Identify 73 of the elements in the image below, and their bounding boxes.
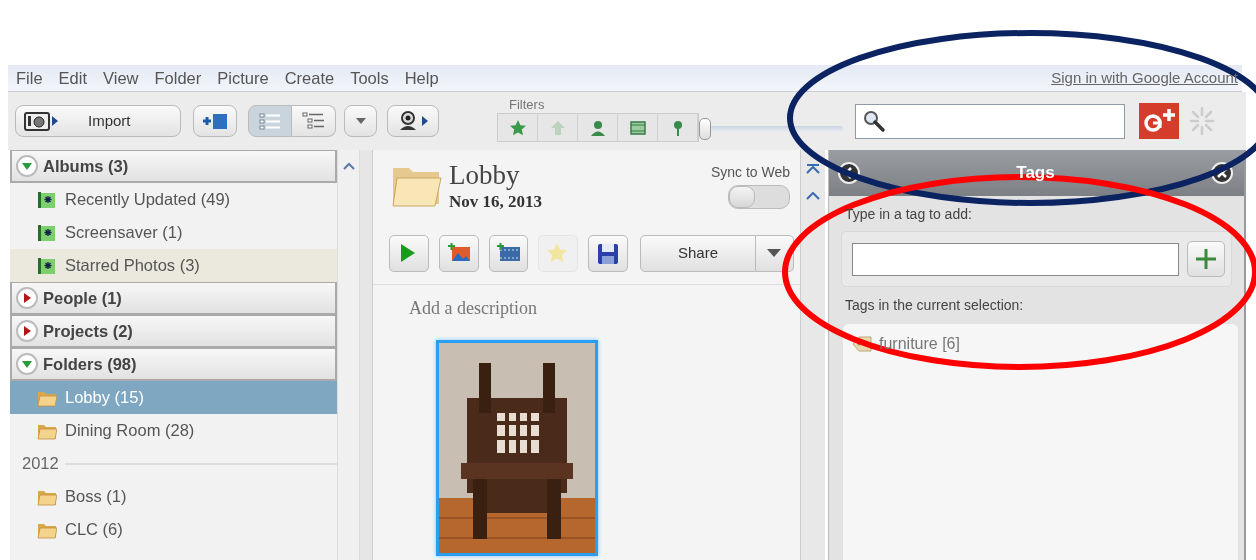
album-title: Lobby [449, 162, 521, 189]
list-view-icon [258, 111, 282, 131]
section-title: Albums (3) [43, 155, 129, 177]
current-tags-label: Tags in the current selection: [844, 296, 1025, 315]
import-button[interactable]: Import [15, 105, 181, 137]
sidebar-item[interactable]: Starred Photos (3) [10, 249, 337, 282]
album-icon [37, 255, 57, 276]
menu-item[interactable]: Tools [342, 65, 397, 91]
menu-item[interactable]: Help [396, 65, 447, 91]
film-icon [628, 118, 647, 137]
slider-thumb[interactable] [699, 118, 711, 140]
section-header[interactable]: Albums (3) [10, 150, 337, 183]
tree-view-icon [301, 111, 326, 131]
scrollbar[interactable] [337, 150, 360, 560]
album-date: Nov 16, 2013 [449, 191, 543, 213]
add-photo-icon [446, 242, 471, 264]
star-icon [508, 118, 527, 137]
menu-item[interactable]: View [95, 65, 147, 91]
share-button[interactable]: Share [640, 234, 756, 272]
sync-label: Sync to Web [710, 163, 790, 182]
sidebar-item[interactable]: Recently Updated (49) [10, 183, 337, 216]
sidebar-item[interactable]: Screensaver (1) [10, 216, 337, 249]
slider-track[interactable] [699, 116, 843, 142]
album-icon [37, 189, 57, 210]
caret-icon [767, 249, 782, 257]
scroll-up-icon [342, 162, 355, 170]
add-movie-button[interactable] [488, 234, 529, 272]
sidebar-item[interactable]: Boss (1) [10, 480, 337, 513]
view-toggle[interactable] [248, 105, 292, 137]
sync-toggle[interactable] [728, 185, 790, 209]
plus-album-icon [201, 111, 229, 131]
loading-spinner-icon [1189, 106, 1215, 136]
menu-item[interactable]: Edit [50, 65, 96, 91]
menu-item[interactable]: File [8, 65, 51, 91]
sidebar-item[interactable]: Dining Room (28) [10, 414, 337, 447]
menu-item[interactable]: Create [276, 65, 343, 91]
section-header[interactable]: Folders (98) [10, 348, 337, 381]
section-header[interactable]: Projects (2) [10, 315, 337, 348]
section-header[interactable]: People (1) [10, 282, 337, 315]
tag-input[interactable] [852, 242, 1179, 276]
dropdown-button[interactable] [344, 105, 377, 137]
scroll-up-icon [806, 192, 820, 200]
menu-item[interactable]: Folder [146, 65, 210, 91]
plus-icon [1194, 247, 1218, 271]
caret-icon [355, 118, 366, 124]
year-label: 2012 [22, 453, 59, 475]
camera-icon [24, 110, 60, 132]
view-toggle[interactable] [292, 105, 336, 137]
filters-label: Filters [509, 98, 546, 111]
add-photo-button[interactable] [438, 234, 479, 272]
add-tag-button[interactable] [1187, 241, 1225, 277]
scrollbar[interactable] [800, 150, 825, 560]
add-movie-icon [496, 242, 521, 264]
google-plus-icon[interactable] [1139, 103, 1179, 139]
search-field[interactable] [855, 103, 1125, 139]
sign-in-link[interactable]: Sign in with Google Account [1051, 66, 1242, 90]
section-title: Projects (2) [43, 320, 133, 342]
tag-item[interactable]: furniture [6] [879, 332, 960, 356]
tag-input-label: Type in a tag to add: [844, 205, 973, 224]
scroll-top-icon [806, 164, 820, 174]
search-icon [862, 109, 886, 133]
slideshow-button[interactable] [389, 234, 429, 272]
section-title: Folders (98) [43, 353, 137, 375]
webcam-button[interactable] [387, 105, 439, 137]
sidebar-item[interactable]: CLC (6) [10, 513, 337, 546]
menu-item[interactable]: Picture [209, 65, 277, 91]
add-album-button[interactable] [193, 105, 237, 137]
tag-icon [851, 335, 873, 353]
album-icon [37, 222, 57, 243]
description-prompt[interactable]: Add a description [373, 284, 800, 322]
save-button[interactable] [588, 234, 628, 272]
section-title: People (1) [43, 287, 122, 309]
person-icon [588, 118, 607, 137]
